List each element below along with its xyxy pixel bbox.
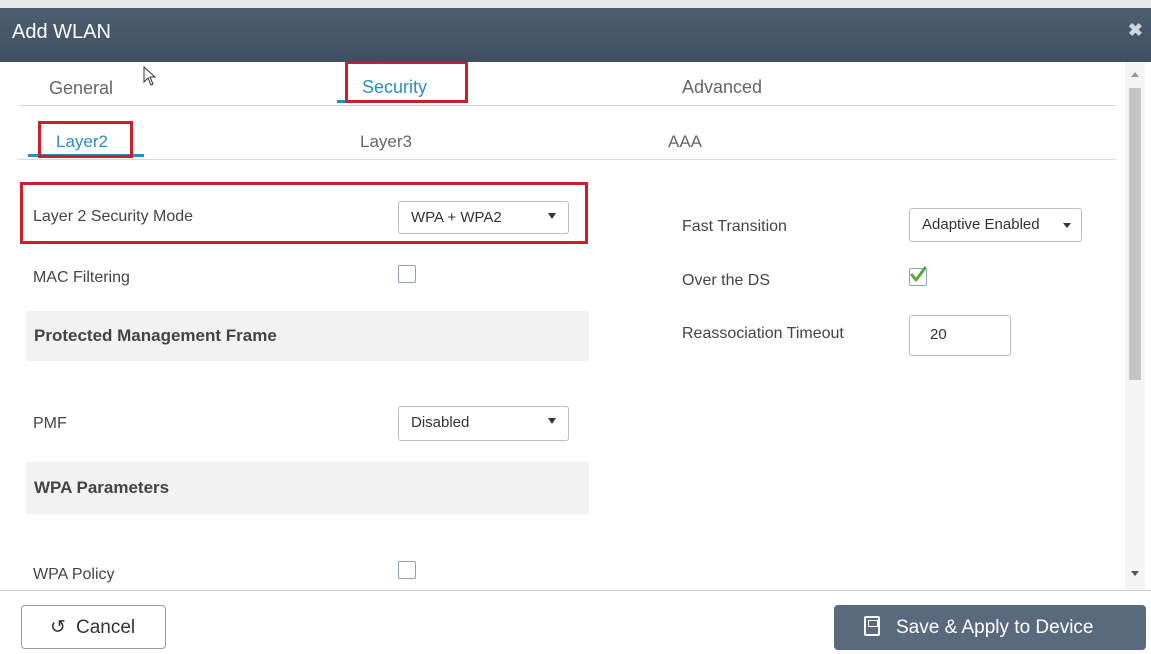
save-icon [864, 616, 880, 636]
wpa-section-title: WPA Parameters [34, 478, 170, 497]
layer2-tab-highlight [38, 121, 133, 158]
dialog-titlebar: Add WLAN ✖ [0, 0, 1151, 62]
mouse-cursor-icon [143, 66, 157, 86]
tab-advanced[interactable]: Advanced [682, 77, 762, 98]
save-apply-button-label: Save & Apply to Device [896, 617, 1094, 638]
subtabs-divider [18, 159, 1116, 160]
checkmark-icon [910, 266, 927, 282]
scrollbar-thumb[interactable] [1129, 88, 1141, 380]
scroll-up-icon[interactable] [1131, 72, 1139, 77]
wpa-section-header: WPA Parameters [26, 462, 589, 514]
tabs-divider [18, 105, 1116, 106]
subtab-aaa[interactable]: AAA [668, 132, 702, 152]
reassociation-timeout-label: Reassociation Timeout [682, 325, 844, 342]
security-tab-highlight [345, 62, 468, 103]
content-scrollbar[interactable] [1125, 62, 1145, 590]
fast-transition-label: Fast Transition [682, 218, 787, 235]
cancel-button[interactable]: ↺ Cancel [21, 605, 166, 649]
dialog-title: Add WLAN [12, 21, 111, 43]
over-the-ds-label: Over the DS [682, 272, 771, 289]
close-icon[interactable]: ✖ [1128, 20, 1143, 41]
wpa-policy-label: WPA Policy [33, 566, 115, 583]
mac-filtering-label: MAC Filtering [33, 269, 130, 286]
wpa-policy-checkbox[interactable] [398, 561, 416, 579]
security-mode-highlight [20, 182, 588, 244]
pmf-section-title: Protected Management Frame [34, 326, 277, 345]
dialog-content: General Security Advanced Layer2 Layer3 … [0, 62, 1151, 590]
reassociation-timeout-input[interactable]: 20 [909, 315, 1011, 356]
cancel-button-label: Cancel [76, 617, 136, 638]
undo-icon: ↺ [50, 617, 66, 638]
pmf-select[interactable]: Disabled [398, 406, 569, 441]
pmf-label: PMF [33, 415, 67, 432]
chevron-down-icon [548, 418, 556, 424]
mac-filtering-checkbox[interactable] [398, 265, 416, 283]
save-apply-button[interactable]: Save & Apply to Device [834, 605, 1146, 650]
reassociation-timeout-value: 20 [930, 326, 947, 343]
pmf-value: Disabled [411, 414, 470, 431]
chevron-down-icon [1063, 223, 1071, 228]
tab-general[interactable]: General [49, 78, 113, 99]
fast-transition-select[interactable]: Adaptive Enabled [909, 208, 1082, 242]
fast-transition-value: Adaptive Enabled [922, 216, 1040, 233]
subtab-layer3[interactable]: Layer3 [360, 132, 412, 152]
over-the-ds-checkbox[interactable] [909, 266, 927, 286]
pmf-section-header: Protected Management Frame [26, 311, 589, 361]
scroll-down-icon[interactable] [1131, 571, 1139, 576]
